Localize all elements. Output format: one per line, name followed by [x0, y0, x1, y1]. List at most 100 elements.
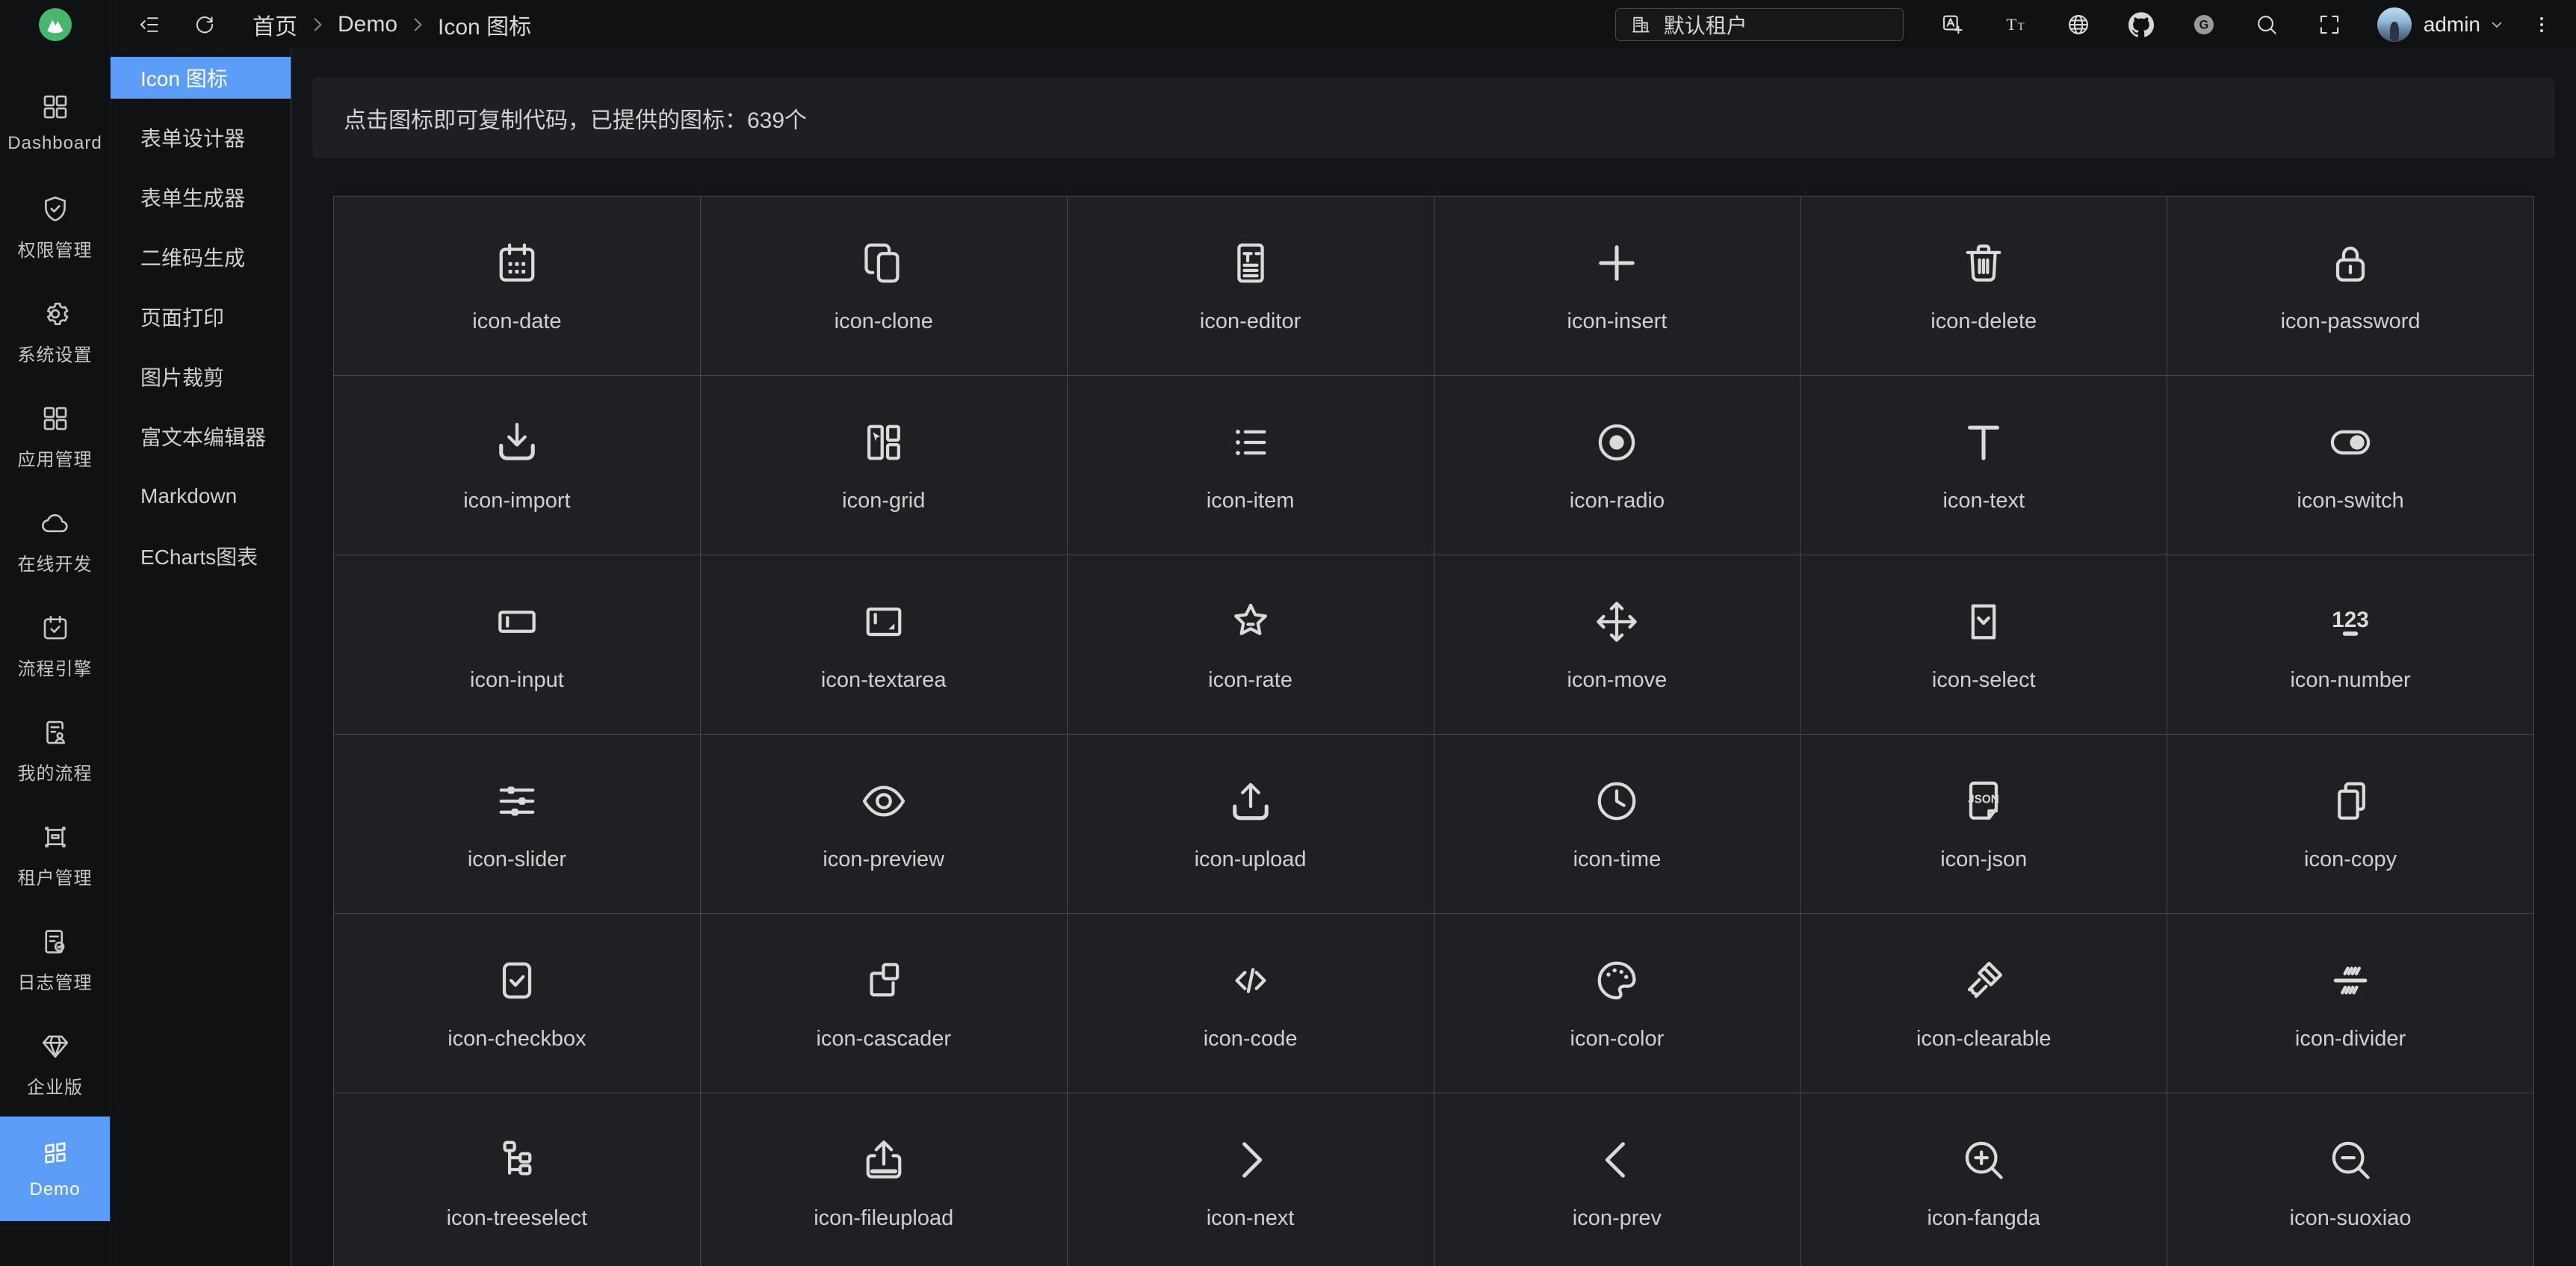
icon-cell-next[interactable]: icon-next — [1068, 1093, 1434, 1266]
refresh-icon[interactable] — [188, 8, 221, 41]
icon-cell-copy[interactable]: icon-copy — [2167, 735, 2534, 914]
fullscreen-icon[interactable] — [2313, 8, 2346, 41]
icon-cell-label: icon-insert — [1567, 309, 1668, 334]
icon-cell-password[interactable]: icon-password — [2167, 197, 2534, 376]
icon-cell-clone[interactable]: icon-clone — [701, 197, 1068, 376]
language-globe-icon[interactable] — [2062, 8, 2095, 41]
icon-cell-divider[interactable]: icon-divider — [2167, 914, 2534, 1093]
icon-cell-editor[interactable]: icon-editor — [1068, 197, 1434, 376]
icon-cell-slider[interactable]: icon-slider — [334, 735, 701, 914]
icon-cell-label: icon-number — [2290, 668, 2410, 693]
next-icon — [1225, 1134, 1276, 1185]
github-icon[interactable] — [2125, 8, 2158, 41]
search-icon[interactable] — [2250, 8, 2283, 41]
submenu-item-3[interactable]: 二维码生成 — [111, 236, 291, 278]
move-icon — [1591, 596, 1642, 647]
gitee-icon[interactable]: G — [2188, 8, 2220, 41]
app-logo[interactable] — [0, 0, 111, 49]
font-size-icon[interactable]: TT — [1999, 8, 2032, 41]
icon-cell-move[interactable]: icon-move — [1434, 555, 1801, 735]
submenu-item-6[interactable]: 富文本编辑器 — [111, 416, 291, 457]
icon-cell-fileupload[interactable]: icon-fileupload — [701, 1093, 1068, 1266]
icon-cell-radio[interactable]: icon-radio — [1434, 376, 1801, 555]
tenant-select[interactable]: 默认租户 — [1615, 8, 1904, 41]
username[interactable]: admin — [2424, 13, 2480, 37]
sidebar-item-label: 应用管理 — [18, 445, 93, 471]
icon-cell-suoxiao[interactable]: icon-suoxiao — [2167, 1093, 2534, 1266]
icon-cell-item[interactable]: icon-item — [1068, 376, 1434, 555]
icon-cell-time[interactable]: icon-time — [1434, 735, 1801, 914]
icon-cell-date[interactable]: icon-date — [334, 197, 701, 376]
icon-cell-label: icon-time — [1573, 847, 1662, 872]
icon-cell-preview[interactable]: icon-preview — [701, 735, 1068, 914]
icon-cell-switch[interactable]: icon-switch — [2167, 376, 2534, 555]
sidebar-item-shield-check[interactable]: 权限管理 — [0, 175, 110, 280]
topbar: 首页 Demo Icon 图标 默认租户 TT G admin — [111, 0, 2576, 49]
menu-fold-icon[interactable] — [133, 8, 166, 41]
icon-cell-label: icon-treeselect — [447, 1206, 588, 1231]
fileupload-icon — [858, 1134, 909, 1185]
submenu-item-4[interactable]: 页面打印 — [111, 296, 291, 338]
icon-cell-label: icon-json — [1940, 847, 2027, 872]
icon-cell-checkbox[interactable]: icon-checkbox — [334, 914, 701, 1093]
icon-cell-code[interactable]: icon-code — [1068, 914, 1434, 1093]
user-avatar[interactable] — [2377, 7, 2412, 42]
date-icon — [492, 238, 542, 288]
icon-cell-input[interactable]: icon-input — [334, 555, 701, 735]
chevron-down-icon[interactable] — [2488, 16, 2506, 34]
tip-text: 点击图标即可复制代码，已提供的图标：639个 — [344, 102, 807, 135]
icon-cell-text[interactable]: icon-text — [1801, 376, 2167, 555]
select-icon — [1958, 596, 2009, 647]
icon-cell-grid[interactable]: icon-grid — [701, 376, 1068, 555]
icon-grid: icon-dateicon-cloneicon-editor icon-inser… — [333, 196, 2534, 1266]
submenu-item-2[interactable]: 表单生成器 — [111, 176, 291, 218]
icon-cell-treeselect[interactable]: icon-treeselect — [334, 1093, 701, 1266]
breadcrumb-item-2[interactable]: Icon 图标 — [438, 8, 531, 41]
icon-cell-upload[interactable]: icon-upload — [1068, 735, 1434, 914]
sidebar-item-calendar-check[interactable]: 流程引擎 — [0, 593, 110, 698]
text-icon — [1958, 417, 2009, 468]
sidebar-item-frame[interactable]: 租户管理 — [0, 803, 110, 907]
icon-cell-json[interactable]: JSON icon-json — [1801, 735, 2167, 914]
radio-icon — [1591, 417, 1642, 468]
sidebar-item-doc-log[interactable]: 日志管理 — [0, 907, 110, 1012]
icon-cell-label: icon-move — [1567, 668, 1668, 693]
breadcrumb-separator-icon — [408, 15, 427, 34]
sidebar-item-gear[interactable]: 系统设置 — [0, 280, 110, 384]
sidebar-item-cloud[interactable]: 在线开发 — [0, 489, 110, 593]
submenu-item-0[interactable]: Icon 图标 — [111, 57, 291, 99]
icon-cell-fangda[interactable]: icon-fangda — [1801, 1093, 2167, 1266]
submenu-item-5[interactable]: 图片裁剪 — [111, 356, 291, 398]
breadcrumb-item-0[interactable]: 首页 — [253, 8, 297, 41]
icon-cell-rate[interactable]: icon-rate — [1068, 555, 1434, 735]
code-icon — [1225, 955, 1276, 1006]
icon-cell-clearable[interactable]: icon-clearable — [1801, 914, 2167, 1093]
icon-cell-textarea[interactable]: icon-textarea — [701, 555, 1068, 735]
icon-cell-label: icon-copy — [2304, 847, 2397, 872]
icon-cell-select[interactable]: icon-select — [1801, 555, 2167, 735]
kebab-menu-icon[interactable] — [2527, 10, 2557, 40]
icon-cell-insert[interactable]: icon-insert — [1434, 197, 1801, 376]
icon-cell-delete[interactable]: icon-delete — [1801, 197, 2167, 376]
submenu-item-1[interactable]: 表单设计器 — [111, 117, 291, 158]
sidebar-item-dashboard[interactable]: Dashboard — [0, 70, 110, 175]
icon-cell-cascader[interactable]: icon-cascader — [701, 914, 1068, 1093]
submenu-item-8[interactable]: ECharts图表 — [111, 535, 291, 577]
divider-icon — [2325, 955, 2376, 1006]
sidebar-item-label: 租户管理 — [18, 863, 93, 889]
icon-cell-color[interactable]: icon-color — [1434, 914, 1801, 1093]
sidebar-item-gem[interactable]: 企业版 — [0, 1012, 110, 1117]
rate-icon — [1225, 596, 1276, 647]
sidebar-item-doc-user[interactable]: 我的流程 — [0, 698, 110, 803]
icon-cell-label: icon-prev — [1573, 1206, 1662, 1231]
icon-cell-number[interactable]: 123icon-number — [2167, 555, 2534, 735]
sidebar-item-demo-grid[interactable]: Demo — [0, 1117, 110, 1221]
icon-cell-import[interactable]: icon-import — [334, 376, 701, 555]
sidebar-item-apps[interactable]: 应用管理 — [0, 384, 110, 489]
icon-cell-prev[interactable]: icon-prev — [1434, 1093, 1801, 1266]
treeselect-icon — [492, 1134, 542, 1185]
json-icon: JSON — [1958, 776, 2009, 827]
submenu-item-7[interactable]: Markdown — [111, 475, 291, 517]
breadcrumb-item-1[interactable]: Demo — [338, 12, 397, 37]
translate-icon[interactable] — [1936, 8, 1969, 41]
